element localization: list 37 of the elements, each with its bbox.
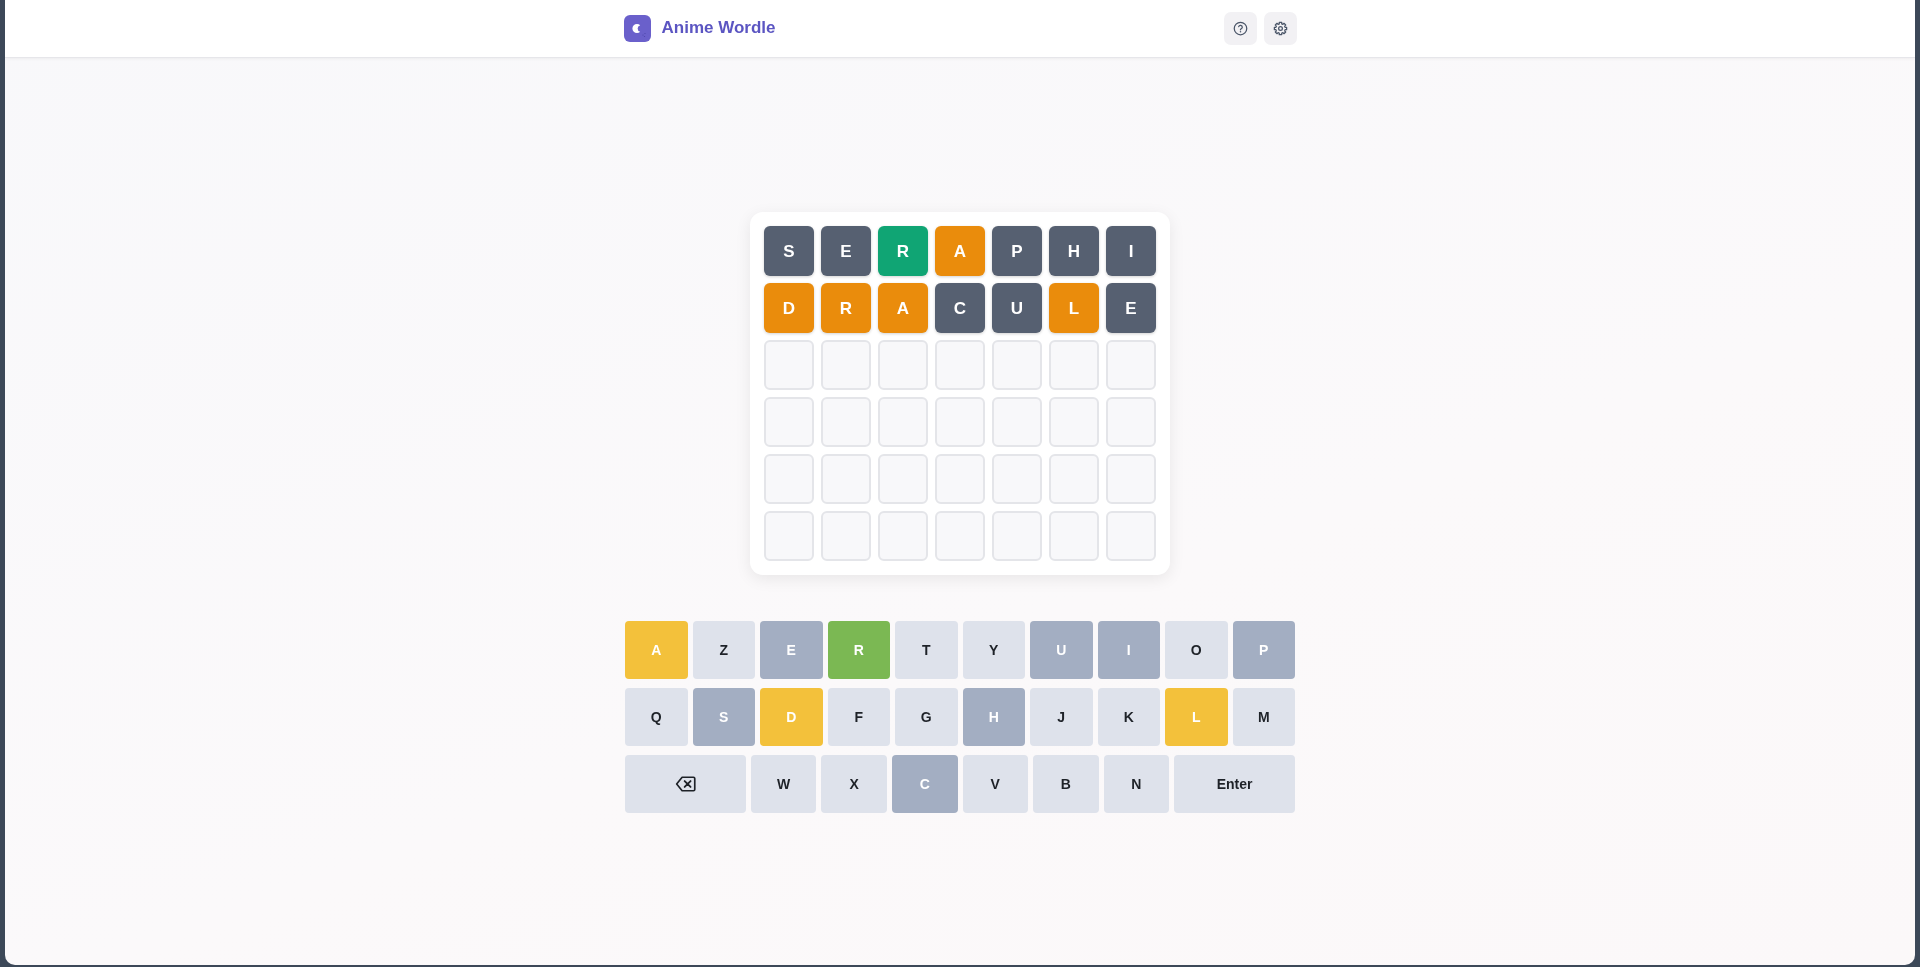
letter-key[interactable]: X	[821, 755, 887, 813]
letter-tile: L	[1049, 283, 1099, 333]
backspace-icon	[674, 776, 696, 792]
settings-button[interactable]	[1263, 12, 1297, 45]
letter-key[interactable]: K	[1097, 688, 1160, 746]
logo-icon	[623, 15, 651, 42]
letter-key[interactable]: G	[895, 688, 958, 746]
letter-tile: A	[935, 226, 985, 276]
app-title: Anime Wordle	[661, 18, 776, 39]
letter-tile: R	[821, 283, 871, 333]
help-button[interactable]	[1223, 12, 1257, 45]
letter-key[interactable]: N	[1103, 755, 1170, 813]
letter-key[interactable]: Y	[962, 621, 1025, 679]
letter-key[interactable]: O	[1165, 621, 1228, 679]
enter-key[interactable]: Enter	[1174, 755, 1295, 813]
letter-key[interactable]: F	[827, 688, 890, 746]
letter-tile: U	[992, 283, 1042, 333]
letter-key[interactable]: M	[1232, 688, 1295, 746]
letter-tile: E	[1106, 283, 1156, 333]
letter-key[interactable]: T	[895, 621, 958, 679]
letter-key[interactable]: V	[962, 755, 1028, 813]
letter-tile: S	[764, 226, 814, 276]
letter-tile: I	[1106, 226, 1156, 276]
settings-icon	[1272, 21, 1288, 36]
letter-key[interactable]: J	[1030, 688, 1093, 746]
letter-key[interactable]: W	[750, 755, 817, 813]
letter-tile: D	[764, 283, 814, 333]
letter-tile: R	[878, 226, 928, 276]
letter-tile: P	[992, 226, 1042, 276]
letter-tile: C	[935, 283, 985, 333]
letter-tile: H	[1049, 226, 1099, 276]
help-icon	[1232, 21, 1248, 36]
letter-tile: A	[878, 283, 928, 333]
letter-tile: E	[821, 226, 871, 276]
letter-key[interactable]: B	[1033, 755, 1099, 813]
letter-key[interactable]: Z	[692, 621, 755, 679]
letter-key[interactable]: Q	[625, 688, 688, 746]
